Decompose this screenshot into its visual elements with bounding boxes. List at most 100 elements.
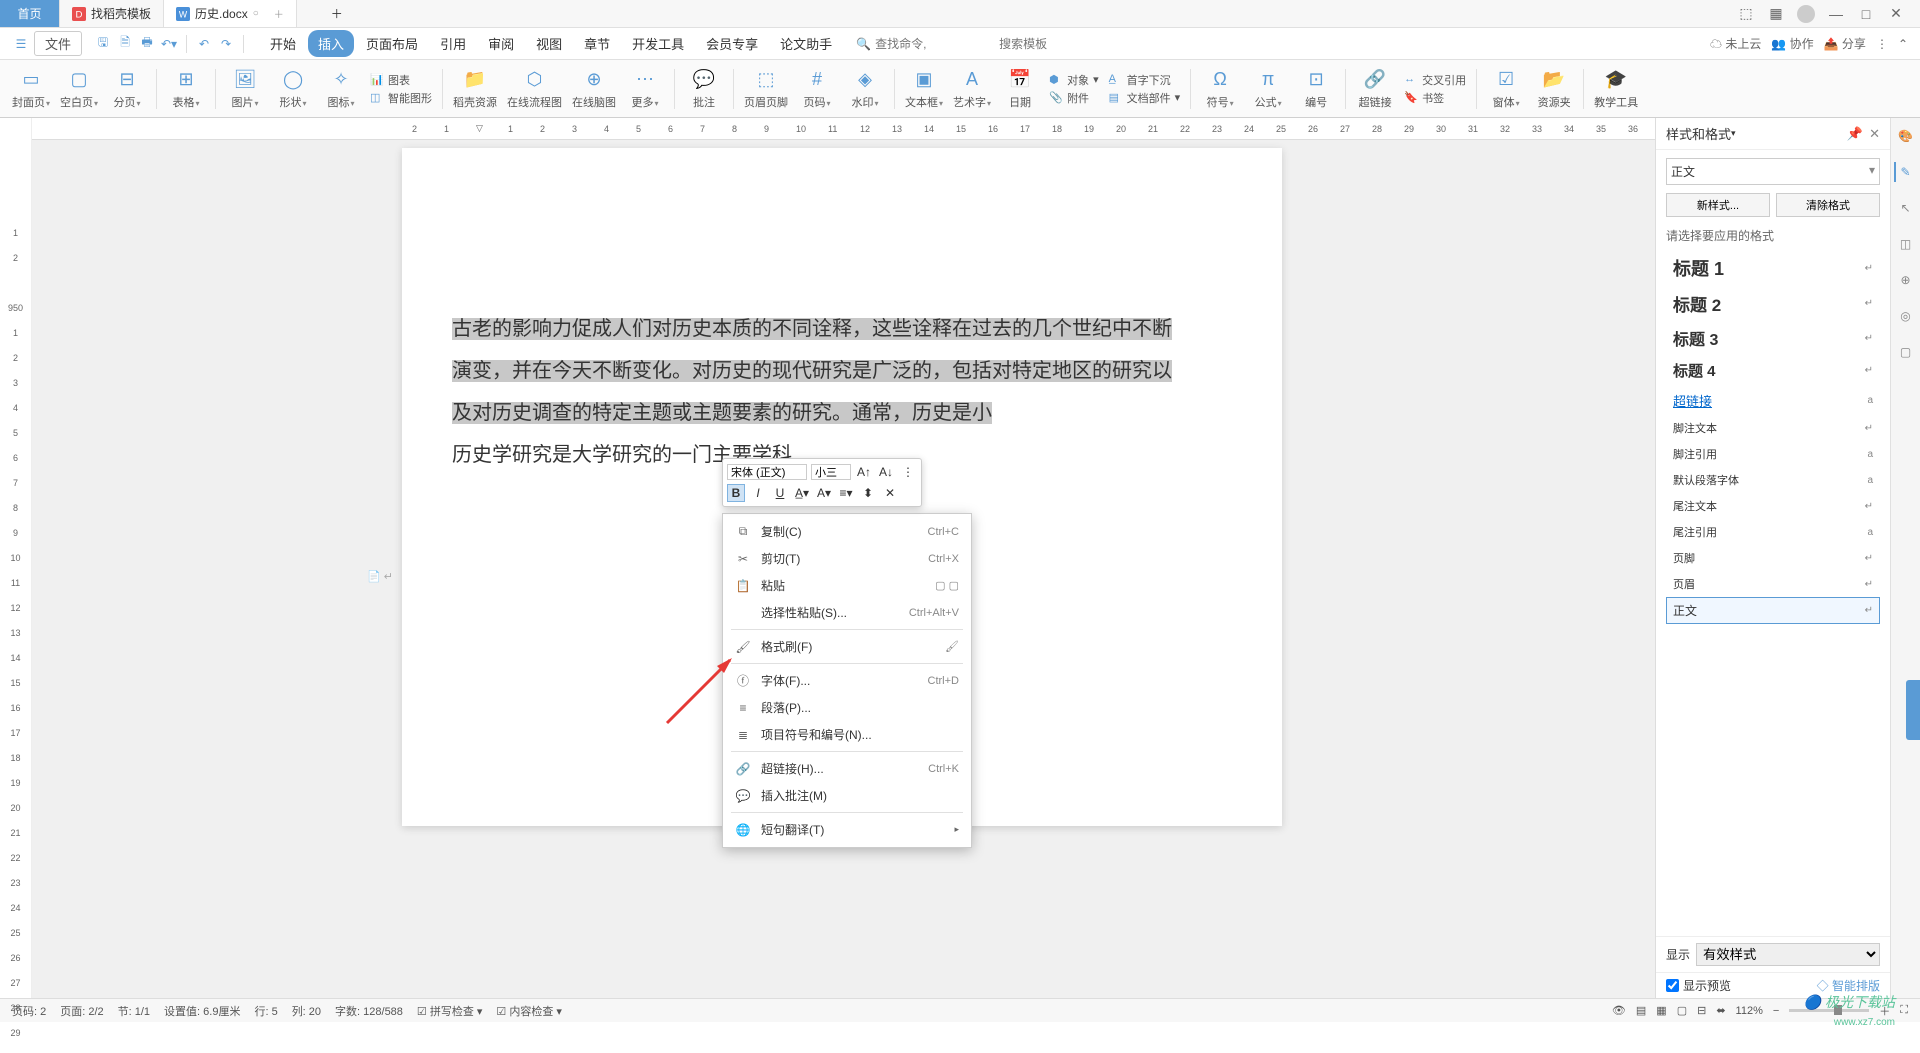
new-tab-button[interactable]: ＋ [297, 0, 377, 27]
zoom-label[interactable]: 112% [1736, 1005, 1763, 1017]
smartart-button[interactable]: ◫智能图形 [370, 90, 432, 106]
panel-close-icon[interactable]: ✕ [1869, 126, 1880, 142]
bookmark-button[interactable]: 🔖书签 [1404, 90, 1466, 106]
fit-width-icon[interactable]: ⬌ [1716, 1004, 1725, 1017]
cm-cut[interactable]: ✂剪切(T)Ctrl+X [723, 545, 971, 572]
side-styles-icon[interactable]: ✎ [1894, 162, 1914, 182]
watermark-button[interactable]: ◈水印 [846, 68, 884, 110]
tab-document[interactable]: W 历史.docx ○ ＋ [164, 0, 297, 27]
document-area[interactable]: 21▽1234567891011121314151617181920212223… [32, 118, 1655, 998]
format-opt-icon[interactable]: 🖌 [945, 640, 959, 653]
menu-hamburger-icon[interactable]: ☰ [12, 35, 30, 53]
more-icon[interactable]: ⋮ [1876, 37, 1888, 51]
print-icon[interactable]: 🖶 [138, 35, 156, 53]
line-spacing-button[interactable]: ⬍ [859, 484, 877, 502]
show-preview-checkbox[interactable] [1666, 979, 1679, 992]
paste-opt2-icon[interactable]: ▢ [949, 580, 959, 592]
tab-devtools[interactable]: 开发工具 [622, 30, 694, 57]
align-button[interactable]: ≡▾ [837, 484, 855, 502]
forms-button[interactable]: ☑窗体 [1487, 68, 1525, 110]
side-drawer-handle[interactable] [1906, 680, 1920, 740]
clear-format-button[interactable]: ✕ [881, 484, 899, 502]
more-inserts-button[interactable]: ⋯更多 [626, 68, 664, 110]
cm-translate[interactable]: 🌐短句翻译(T)▸ [723, 816, 971, 843]
zoom-out-button[interactable]: − [1773, 1005, 1779, 1017]
cooperate-button[interactable]: 👥 协作 [1771, 35, 1813, 52]
collapse-ribbon-icon[interactable]: ⌃ [1898, 37, 1908, 51]
italic-button[interactable]: I [749, 484, 767, 502]
view-print-icon[interactable]: ▦ [1656, 1004, 1666, 1017]
grid-icon[interactable]: ▦ [1767, 5, 1785, 23]
undo-icon[interactable]: ↶ [195, 35, 213, 53]
resource-button[interactable]: 📁稻壳资源 [453, 68, 497, 110]
command-search-input[interactable] [875, 37, 995, 51]
tab-chapter[interactable]: 章节 [574, 30, 620, 57]
style-body[interactable]: 正文↵ [1666, 597, 1880, 624]
cover-page-button[interactable]: ▭封面页 [12, 68, 50, 110]
view-eye-icon[interactable]: 👁 [1612, 1004, 1626, 1017]
status-column[interactable]: 列: 20 [292, 1003, 321, 1019]
status-position[interactable]: 设置值: 6.9厘米 [164, 1003, 240, 1019]
side-nav-icon[interactable]: ◫ [1896, 234, 1916, 254]
style-header[interactable]: 页眉↵ [1666, 571, 1880, 597]
tab-home[interactable]: 首页 [0, 0, 60, 27]
more-options-icon[interactable]: ⋮ [899, 463, 917, 481]
cloud-status[interactable]: ☁ 未上云 [1710, 35, 1761, 52]
tab-reference[interactable]: 引用 [430, 30, 476, 57]
numbering-button[interactable]: ⊡编号 [1297, 68, 1335, 110]
flowchart-button[interactable]: ⬡在线流程图 [507, 68, 562, 110]
side-protect-icon[interactable]: ◎ [1896, 306, 1916, 326]
view-outline-icon[interactable]: ⊟ [1697, 1004, 1706, 1017]
undo-dropdown-icon[interactable]: ↶▾ [160, 35, 178, 53]
tab-pagelayout[interactable]: 页面布局 [356, 30, 428, 57]
status-line[interactable]: 行: 5 [254, 1003, 277, 1019]
tab-start[interactable]: 开始 [260, 30, 306, 57]
cm-copy[interactable]: ⧉复制(C)Ctrl+C [723, 518, 971, 545]
page-number-button[interactable]: #页码 [798, 68, 836, 110]
hyperlink-button[interactable]: 🔗超链接 [1356, 68, 1394, 110]
file-menu[interactable]: 文件 [34, 31, 82, 56]
cm-hyperlink[interactable]: 🔗超链接(H)...Ctrl+K [723, 755, 971, 782]
teaching-tools-button[interactable]: 🎓教学工具 [1594, 68, 1638, 110]
style-heading4[interactable]: 标题 4↵ [1666, 355, 1880, 386]
cm-paste[interactable]: 📋粘贴▢ ▢ [723, 572, 971, 599]
icon-button[interactable]: ✧图标 [322, 68, 360, 110]
table-button[interactable]: ⊞表格 [167, 68, 205, 110]
style-footer[interactable]: 页脚↵ [1666, 545, 1880, 571]
shrink-font-icon[interactable]: A↓ [877, 463, 895, 481]
shape-button[interactable]: ◯形状 [274, 68, 312, 110]
docparts-button[interactable]: ▤文档部件▾ [1109, 90, 1181, 106]
selected-text[interactable]: 古老的影响力促成人们对历史本质的不同诠释，这些诠释在过去的几个世纪中不断演变，并… [452, 318, 1172, 424]
template-search-input[interactable] [999, 37, 1119, 51]
tab-insert[interactable]: 插入 [308, 30, 354, 57]
status-page[interactable]: 页面: 2/2 [60, 1003, 103, 1019]
cm-insert-comment[interactable]: 💬插入批注(M) [723, 782, 971, 809]
style-endnote-ref[interactable]: 尾注引用a [1666, 519, 1880, 545]
chart-button[interactable]: 📊图表 [370, 72, 432, 88]
side-theme-icon[interactable]: 🎨 [1896, 126, 1916, 146]
side-select-icon[interactable]: ↖ [1896, 198, 1916, 218]
resource-folder-button[interactable]: 📂资源夹 [1535, 68, 1573, 110]
view-read-icon[interactable]: ▤ [1636, 1004, 1646, 1017]
picture-button[interactable]: 🖼图片 [226, 68, 264, 110]
style-heading2[interactable]: 标题 2↵ [1666, 286, 1880, 321]
current-style-display[interactable]: 正文▾ [1666, 158, 1880, 185]
style-heading1[interactable]: 标题 1↵ [1666, 250, 1880, 286]
minimize-button[interactable]: — [1827, 5, 1845, 23]
style-footnote-ref[interactable]: 脚注引用a [1666, 441, 1880, 467]
share-button[interactable]: 📤 分享 [1824, 35, 1866, 52]
highlight-button[interactable]: A̲▾ [793, 484, 811, 502]
underline-button[interactable]: U [771, 484, 789, 502]
header-footer-button[interactable]: ⬚页眉页脚 [744, 68, 788, 110]
dropcap-button[interactable]: A̲首字下沉 [1109, 72, 1181, 88]
maximize-button[interactable]: □ [1857, 5, 1875, 23]
cm-format-painter[interactable]: 🖌格式刷(F)🖌 [723, 633, 971, 660]
status-words[interactable]: 字数: 128/588 [335, 1003, 403, 1019]
cm-bullets[interactable]: ≣项目符号和编号(N)... [723, 721, 971, 748]
grow-font-icon[interactable]: A↑ [855, 463, 873, 481]
cm-paste-special[interactable]: 选择性粘贴(S)...Ctrl+Alt+V [723, 599, 971, 626]
status-section[interactable]: 节: 1/1 [118, 1003, 150, 1019]
object-button[interactable]: ⬢对象▾ [1049, 72, 1099, 88]
style-footnote-text[interactable]: 脚注文本↵ [1666, 415, 1880, 441]
bold-button[interactable]: B [727, 484, 745, 502]
